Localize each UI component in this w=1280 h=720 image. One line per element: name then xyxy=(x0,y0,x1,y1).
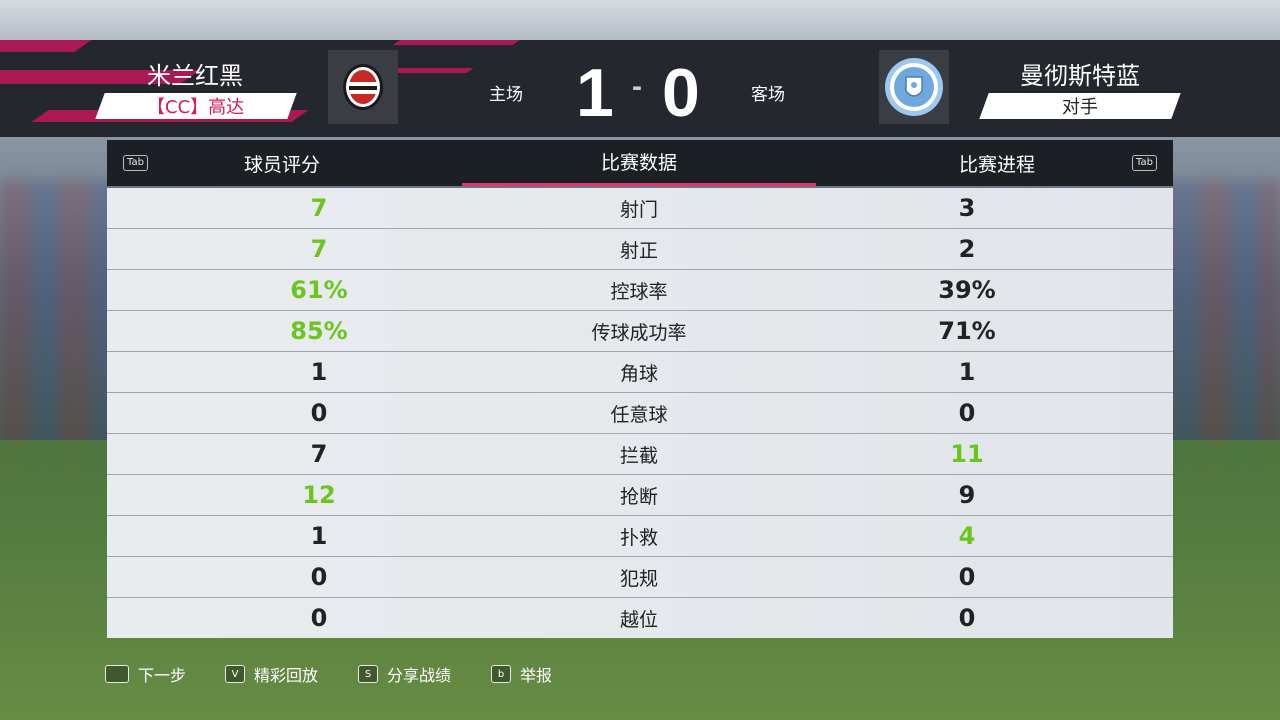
share-label: 分享战绩 xyxy=(387,666,452,685)
home-value: 1 xyxy=(310,522,328,550)
away-value: 0 xyxy=(958,399,976,427)
home-label: 主场 xyxy=(489,85,523,105)
away-value: 3 xyxy=(958,194,976,222)
stat-label: 越位 xyxy=(619,608,658,631)
highlights-label: 精彩回放 xyxy=(254,666,319,685)
stat-row-free-kicks: 0 任意球 0 xyxy=(107,393,1173,434)
tab-key-right[interactable]: Tab xyxy=(1132,155,1157,171)
stat-label: 犯规 xyxy=(619,567,658,590)
stat-label: 射正 xyxy=(619,239,658,262)
home-value: 0 xyxy=(310,399,328,427)
away-value: 1 xyxy=(958,358,976,386)
stat-label: 扑救 xyxy=(619,526,658,549)
next-step-label: 下一步 xyxy=(138,666,187,685)
home-value: 12 xyxy=(302,481,336,509)
away-value: 11 xyxy=(950,440,984,468)
away-manager-plate: 对手 xyxy=(979,93,1181,119)
home-value: 0 xyxy=(310,563,328,591)
stat-row-interceptions: 7 拦截 11 xyxy=(107,434,1173,475)
home-value: 7 xyxy=(310,235,328,263)
stat-row-corners: 1 角球 1 xyxy=(107,352,1173,393)
home-value: 7 xyxy=(310,440,328,468)
home-value: 61% xyxy=(290,276,348,304)
away-value: 4 xyxy=(958,522,976,550)
home-team-name: 米兰红黑 xyxy=(147,62,243,90)
stat-row-possession: 61% 控球率 39% xyxy=(107,270,1173,311)
tab-match-stats[interactable]: 比赛数据 xyxy=(462,140,816,186)
b-key-icon: b xyxy=(491,665,511,683)
report-label: 举报 xyxy=(520,666,553,685)
stat-row-fouls: 0 犯规 0 xyxy=(107,557,1173,598)
home-value: 1 xyxy=(310,358,328,386)
away-manager-name: 对手 xyxy=(1062,97,1098,118)
milan-red-black-crest-icon xyxy=(343,64,383,110)
tab-match-progress[interactable]: 比赛进程 xyxy=(882,140,1112,186)
decor-stripe xyxy=(392,40,528,45)
home-value: 0 xyxy=(310,604,328,632)
stat-label: 控球率 xyxy=(610,280,668,303)
stat-label: 射门 xyxy=(619,198,658,221)
highlights-button[interactable]: V 精彩回放 xyxy=(225,662,318,686)
manchester-blue-crest-icon xyxy=(885,58,943,116)
away-value: 71% xyxy=(938,317,996,345)
score-home: 1 xyxy=(576,55,614,131)
away-value: 0 xyxy=(958,604,976,632)
home-badge xyxy=(328,50,398,124)
score-separator: - xyxy=(632,70,642,103)
stat-label: 拦截 xyxy=(619,444,658,467)
home-value: 85% xyxy=(290,317,348,345)
stat-label: 抢断 xyxy=(619,485,658,508)
stat-label: 传球成功率 xyxy=(591,321,687,344)
home-manager-plate: 【CC】高达 xyxy=(95,93,297,119)
background-sky xyxy=(0,0,1280,40)
away-value: 2 xyxy=(958,235,976,263)
stat-row-saves: 1 扑救 4 xyxy=(107,516,1173,557)
away-team-name: 曼彻斯特蓝 xyxy=(1020,62,1140,90)
away-badge xyxy=(879,50,949,124)
away-value: 0 xyxy=(958,563,976,591)
stats-table: 7 射门 3 7 射正 2 61% 控球率 39% 85% 传球成功率 71% … xyxy=(107,188,1173,638)
match-header: 米兰红黑 【CC】高达 主场 1 - 0 客场 曼彻斯特蓝 对手 xyxy=(0,40,1280,137)
decor-stripe xyxy=(0,40,106,52)
score-away: 0 xyxy=(662,55,700,131)
stat-row-shots: 7 射门 3 xyxy=(107,188,1173,229)
next-step-button[interactable]: 下一步 xyxy=(105,662,186,686)
tab-player-ratings[interactable]: 球员评分 xyxy=(167,140,397,186)
stats-tab-bar: Tab 球员评分 比赛数据 比赛进程 Tab xyxy=(107,140,1173,186)
report-button[interactable]: b 举报 xyxy=(491,662,552,686)
footer-controls: 下一步 V 精彩回放 S 分享战绩 b 举报 xyxy=(0,662,1280,686)
s-key-icon: S xyxy=(358,665,378,683)
stat-row-offsides: 0 越位 0 xyxy=(107,598,1173,638)
share-button[interactable]: S 分享战绩 xyxy=(358,662,451,686)
spacebar-key-icon xyxy=(105,665,129,683)
home-value: 7 xyxy=(310,194,328,222)
away-value: 9 xyxy=(958,481,976,509)
away-label: 客场 xyxy=(751,85,785,105)
home-manager-name: 【CC】高达 xyxy=(147,97,245,118)
stat-row-shots-on-target: 7 射正 2 xyxy=(107,229,1173,270)
stat-row-tackles: 12 抢断 9 xyxy=(107,475,1173,516)
v-key-icon: V xyxy=(225,665,245,683)
stat-row-pass-accuracy: 85% 传球成功率 71% xyxy=(107,311,1173,352)
tab-key-left[interactable]: Tab xyxy=(123,155,148,171)
stat-label: 角球 xyxy=(619,362,658,385)
away-value: 39% xyxy=(938,276,996,304)
stat-label: 任意球 xyxy=(610,403,668,426)
